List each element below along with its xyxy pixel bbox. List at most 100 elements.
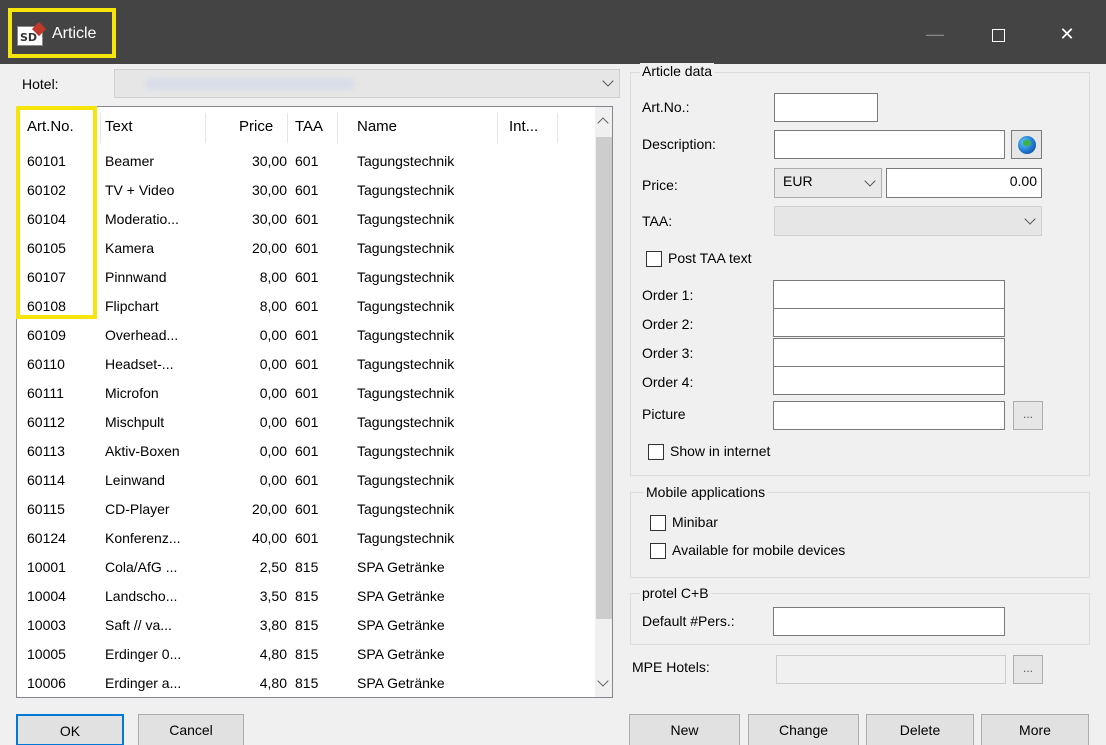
- table-row[interactable]: 60105 Kamera 20,00 601 Tagungstechnik: [17, 234, 595, 263]
- new-button[interactable]: New: [629, 714, 740, 745]
- column-header-name[interactable]: Name: [357, 107, 397, 147]
- column-header-text[interactable]: Text: [105, 107, 133, 147]
- cell-price: 0,00: [259, 327, 287, 343]
- art-no-highlight-box: [16, 106, 97, 319]
- description-field[interactable]: [774, 130, 1005, 159]
- article-list[interactable]: Art.No. Text Price TAA Name Int... 60101…: [16, 106, 613, 698]
- cell-price: 4,80: [259, 675, 287, 691]
- table-row[interactable]: 60102 TV + Video 30,00 601 Tagungstechnik: [17, 176, 595, 205]
- cell-price: 0,00: [259, 356, 287, 372]
- order-1-label: Order 1:: [642, 287, 694, 303]
- title-highlight-box: [8, 8, 116, 58]
- order-2-field[interactable]: [773, 308, 1005, 337]
- cell-price: 20,00: [251, 240, 287, 256]
- table-row[interactable]: 60112 Mischpult 0,00 601 Tagungstechnik: [17, 408, 595, 437]
- order-3-label: Order 3:: [642, 345, 694, 361]
- ok-button[interactable]: OK: [16, 714, 124, 745]
- cell-name: Tagungstechnik: [357, 240, 455, 256]
- minimize-button[interactable]: —: [912, 14, 958, 54]
- cell-name: Tagungstechnik: [357, 356, 455, 372]
- cell-text: Erdinger 0...: [105, 646, 182, 662]
- mpe-hotels-field[interactable]: [776, 655, 1006, 684]
- table-row[interactable]: 10001 Cola/AfG ... 2,50 815 SPA Getränke: [17, 553, 595, 582]
- table-row[interactable]: 10006 Erdinger a... 4,80 815 SPA Getränke: [17, 669, 595, 697]
- table-row[interactable]: 60114 Leinwand 0,00 601 Tagungstechnik: [17, 466, 595, 495]
- table-row[interactable]: 60124 Konferenz... 40,00 601 Tagungstechnik: [17, 524, 595, 553]
- cell-text: Flipchart: [105, 298, 159, 314]
- column-header-taa[interactable]: TAA: [295, 107, 323, 147]
- table-row[interactable]: 60110 Headset-... 0,00 601 Tagungstechnik: [17, 350, 595, 379]
- cell-text: Kamera: [105, 240, 155, 256]
- cell-name: SPA Getränke: [357, 559, 445, 575]
- available-mobile-checkbox[interactable]: [650, 543, 666, 559]
- table-row[interactable]: 60104 Moderatio... 30,00 601 Tagungstechnik: [17, 205, 595, 234]
- table-row[interactable]: 60111 Microfon 0,00 601 Tagungstechnik: [17, 379, 595, 408]
- cell-taa: 601: [295, 530, 319, 546]
- post-taa-text-checkbox[interactable]: [646, 251, 662, 267]
- hotel-select[interactable]: [114, 69, 620, 98]
- order-1-field[interactable]: [773, 280, 1005, 309]
- minibar-checkbox[interactable]: [650, 515, 666, 531]
- mobile-applications-title: Mobile applications: [644, 484, 768, 500]
- vertical-scrollbar[interactable]: [595, 107, 612, 697]
- delete-button[interactable]: Delete: [866, 714, 974, 745]
- show-in-internet-label: Show in internet: [670, 443, 771, 459]
- cell-art-no: 10006: [27, 675, 66, 691]
- cell-taa: 815: [295, 588, 319, 604]
- cell-taa: 815: [295, 559, 319, 575]
- price-field[interactable]: 0.00: [886, 168, 1042, 198]
- table-row[interactable]: 60113 Aktiv-Boxen 0,00 601 Tagungstechnik: [17, 437, 595, 466]
- table-row[interactable]: 60101 Beamer 30,00 601 Tagungstechnik: [17, 147, 595, 176]
- table-row[interactable]: 10005 Erdinger 0... 4,80 815 SPA Getränke: [17, 640, 595, 669]
- taa-select[interactable]: [774, 206, 1042, 236]
- art-no-field[interactable]: [774, 93, 878, 122]
- cell-price: 3,50: [259, 588, 287, 604]
- cell-taa: 601: [295, 385, 319, 401]
- cell-price: 3,80: [259, 617, 287, 633]
- cell-taa: 601: [295, 356, 319, 372]
- column-header-int[interactable]: Int...: [509, 107, 538, 147]
- cell-taa: 601: [295, 472, 319, 488]
- cell-art-no: 10005: [27, 646, 66, 662]
- article-data-title: Article data: [640, 63, 715, 79]
- chevron-down-icon: [865, 177, 875, 187]
- change-button[interactable]: Change: [748, 714, 859, 745]
- cell-price: 8,00: [259, 298, 287, 314]
- default-pers-field[interactable]: [773, 607, 1005, 636]
- scroll-down-icon[interactable]: [597, 675, 609, 687]
- cell-name: SPA Getränke: [357, 675, 445, 691]
- cell-taa: 601: [295, 327, 319, 343]
- table-row[interactable]: 10003 Saft // va... 3,80 815 SPA Getränke: [17, 611, 595, 640]
- picture-field[interactable]: [773, 401, 1005, 430]
- table-row[interactable]: 60115 CD-Player 20,00 601 Tagungstechnik: [17, 495, 595, 524]
- order-2-label: Order 2:: [642, 316, 694, 332]
- cell-name: Tagungstechnik: [357, 211, 455, 227]
- cell-art-no: 60113: [27, 443, 65, 459]
- scrollbar-thumb[interactable]: [596, 137, 612, 619]
- close-button[interactable]: ✕: [1044, 14, 1090, 54]
- more-button[interactable]: More: [981, 714, 1089, 745]
- table-row[interactable]: 60107 Pinnwand 8,00 601 Tagungstechnik: [17, 263, 595, 292]
- table-row[interactable]: 60109 Overhead... 0,00 601 Tagungstechnik: [17, 321, 595, 350]
- translate-button[interactable]: [1011, 130, 1042, 159]
- table-row[interactable]: 10004 Landscho... 3,50 815 SPA Getränke: [17, 582, 595, 611]
- mpe-browse-button[interactable]: ...: [1013, 655, 1043, 684]
- cell-art-no: 60112: [27, 414, 65, 430]
- cell-name: Tagungstechnik: [357, 153, 455, 169]
- order-3-field[interactable]: [773, 338, 1005, 367]
- cell-art-no: 10003: [27, 617, 66, 633]
- cell-text: Microfon: [105, 385, 159, 401]
- column-header-price[interactable]: Price: [239, 107, 273, 147]
- cell-text: CD-Player: [105, 501, 170, 517]
- cell-art-no: 60109: [27, 327, 66, 343]
- cell-art-no: 60111: [27, 385, 64, 401]
- picture-browse-button[interactable]: ...: [1013, 401, 1043, 430]
- show-in-internet-checkbox[interactable]: [648, 444, 664, 460]
- order-4-field[interactable]: [773, 366, 1005, 395]
- cancel-button[interactable]: Cancel: [138, 714, 244, 745]
- currency-select[interactable]: EUR: [774, 168, 882, 198]
- scroll-up-icon[interactable]: [597, 117, 609, 129]
- art-no-label: Art.No.:: [642, 99, 690, 115]
- table-row[interactable]: 60108 Flipchart 8,00 601 Tagungstechnik: [17, 292, 595, 321]
- maximize-button[interactable]: [975, 14, 1021, 54]
